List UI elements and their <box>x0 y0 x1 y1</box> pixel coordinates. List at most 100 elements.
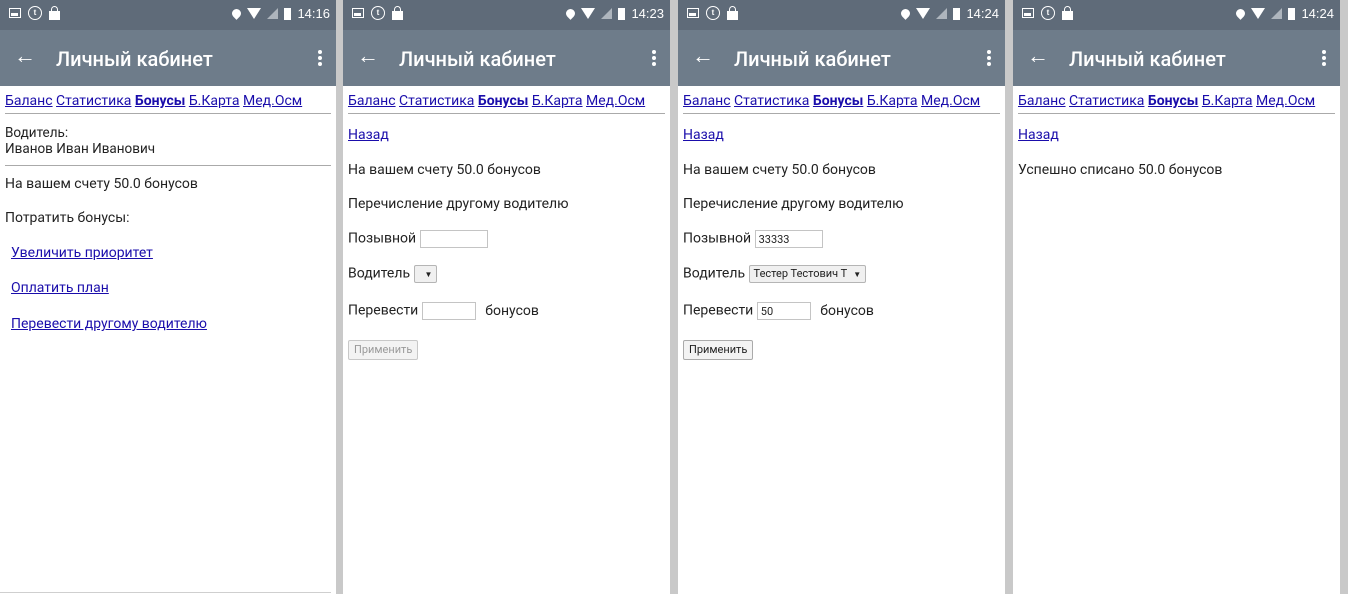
dropdown-arrow-icon: ▼ <box>853 270 862 279</box>
nav-card-link[interactable]: Б.Карта <box>867 93 918 109</box>
lock-icon <box>392 5 403 20</box>
nav-balance-link[interactable]: Баланс <box>1018 93 1066 109</box>
driver-select[interactable]: ▼ <box>413 265 438 283</box>
screen-2: t 14:23 ← Личный кабинет Баланс Статисти… <box>343 0 670 594</box>
driver-row: Водитель ▼ <box>348 265 438 283</box>
driver-label: Водитель: <box>5 125 69 141</box>
nav-balance-link[interactable]: Баланс <box>683 93 731 109</box>
location-icon <box>899 7 913 20</box>
lock-icon <box>49 5 60 20</box>
amount-label: Перевести <box>683 302 754 319</box>
driver-select-value: Тестер Тестович Т <box>753 267 848 280</box>
nav-links: Баланс Статистика Бонусы Б.Карта Мед.Осм <box>348 93 665 109</box>
success-message: Успешно списано 50.0 бонусов <box>1018 162 1223 178</box>
wifi-icon <box>1251 8 1266 19</box>
back-arrow-icon[interactable]: ← <box>14 45 36 69</box>
status-bar: t 14:24 <box>678 0 1005 30</box>
screen-4: t 14:24 ← Личный кабинет Баланс Статисти… <box>1013 0 1340 594</box>
amount-row: Перевести 50 бонусов <box>683 302 874 320</box>
nav-med-link[interactable]: Мед.Осм <box>921 93 980 109</box>
content: Баланс Статистика Бонусы Б.Карта Мед.Осм… <box>683 86 1000 360</box>
nav-med-link[interactable]: Мед.Осм <box>243 93 302 109</box>
back-link[interactable]: Назад <box>1018 127 1059 143</box>
nav-bonuses-link[interactable]: Бонусы <box>813 93 863 109</box>
overflow-menu-icon[interactable] <box>1322 50 1326 66</box>
nav-stats-link[interactable]: Статистика <box>734 93 809 109</box>
apply-button[interactable]: Применить <box>683 340 754 360</box>
apply-row: Применить <box>683 340 754 360</box>
balance-text: На вашем счету 50.0 бонусов <box>683 162 876 178</box>
divider <box>1018 113 1335 114</box>
nav-bonuses-link[interactable]: Бонусы <box>135 93 185 109</box>
driver-label: Водитель <box>348 265 411 282</box>
balance-text: На вашем счету 50.0 бонусов <box>5 176 198 192</box>
callsign-label: Позывной <box>348 230 417 247</box>
image-notification-icon <box>687 8 699 18</box>
nav-bonuses-link[interactable]: Бонусы <box>1148 93 1198 109</box>
nav-links: Баланс Статистика Бонусы Б.Карта Мед.Осм <box>683 93 1000 109</box>
toolbar-title: Личный кабинет <box>56 47 213 71</box>
callsign-row: Позывной <box>348 230 488 248</box>
back-link[interactable]: Назад <box>683 127 724 143</box>
app-toolbar: ← Личный кабинет <box>343 30 670 86</box>
callsign-input[interactable]: 33333 <box>754 230 823 248</box>
transfer-to-driver-link[interactable]: Перевести другому водителю <box>11 316 207 332</box>
status-time: 14:24 <box>966 6 999 21</box>
back-arrow-icon[interactable]: ← <box>1027 45 1049 69</box>
driver-select[interactable]: Тестер Тестович Т ▼ <box>748 265 867 283</box>
divider <box>5 165 331 166</box>
pay-plan-link[interactable]: Оплатить план <box>11 280 109 296</box>
toolbar-title: Личный кабинет <box>734 47 891 71</box>
nav-balance-link[interactable]: Баланс <box>5 93 53 109</box>
amount-row: Перевести бонусов <box>348 302 539 320</box>
amount-input[interactable]: 50 <box>756 302 811 320</box>
image-notification-icon <box>1022 8 1034 18</box>
nav-links: Баланс Статистика Бонусы Б.Карта Мед.Осм <box>5 93 331 109</box>
location-icon <box>1234 7 1248 20</box>
nav-stats-link[interactable]: Статистика <box>399 93 474 109</box>
amount-input[interactable] <box>421 302 476 320</box>
driver-row: Водитель Тестер Тестович Т ▼ <box>683 265 867 283</box>
app-notification-icon: t <box>28 6 42 20</box>
status-bar: t 14:16 <box>0 0 336 30</box>
status-bar: t 14:23 <box>343 0 670 30</box>
back-link[interactable]: Назад <box>348 127 389 143</box>
signal-icon <box>267 8 279 19</box>
apply-button[interactable]: Применить <box>348 340 419 360</box>
app-toolbar: ← Личный кабинет <box>0 30 336 86</box>
content: Баланс Статистика Бонусы Б.Карта Мед.Осм… <box>348 86 665 360</box>
battery-icon <box>953 7 961 20</box>
location-icon <box>564 7 578 20</box>
nav-stats-link[interactable]: Статистика <box>1069 93 1144 109</box>
nav-balance-link[interactable]: Баланс <box>348 93 396 109</box>
battery-icon <box>1288 7 1296 20</box>
divider <box>348 113 665 114</box>
back-arrow-icon[interactable]: ← <box>692 45 714 69</box>
nav-card-link[interactable]: Б.Карта <box>532 93 583 109</box>
apply-row: Применить <box>348 340 419 360</box>
nav-med-link[interactable]: Мед.Осм <box>1256 93 1315 109</box>
lock-icon <box>727 5 738 20</box>
back-arrow-icon[interactable]: ← <box>357 45 379 69</box>
app-notification-icon: t <box>706 6 720 20</box>
callsign-input[interactable] <box>419 230 488 248</box>
battery-icon <box>284 7 292 20</box>
app-notification-icon: t <box>371 6 385 20</box>
increase-priority-link[interactable]: Увеличить приоритет <box>11 245 153 261</box>
driver-name: Иванов Иван Иванович <box>5 141 156 157</box>
content: Баланс Статистика Бонусы Б.Карта Мед.Осм… <box>5 86 331 332</box>
nav-med-link[interactable]: Мед.Осм <box>586 93 645 109</box>
status-time: 14:16 <box>297 6 330 21</box>
overflow-menu-icon[interactable] <box>318 50 322 66</box>
wifi-icon <box>916 8 931 19</box>
overflow-menu-icon[interactable] <box>652 50 656 66</box>
nav-card-link[interactable]: Б.Карта <box>1202 93 1253 109</box>
overflow-menu-icon[interactable] <box>987 50 991 66</box>
status-time: 14:23 <box>631 6 664 21</box>
nav-bonuses-link[interactable]: Бонусы <box>478 93 528 109</box>
screen-1: t 14:16 ← Личный кабинет Баланс Статисти… <box>0 0 336 594</box>
nav-stats-link[interactable]: Статистика <box>56 93 131 109</box>
nav-card-link[interactable]: Б.Карта <box>189 93 240 109</box>
app-notification-icon: t <box>1041 6 1055 20</box>
content: Баланс Статистика Бонусы Б.Карта Мед.Осм… <box>1018 86 1335 178</box>
